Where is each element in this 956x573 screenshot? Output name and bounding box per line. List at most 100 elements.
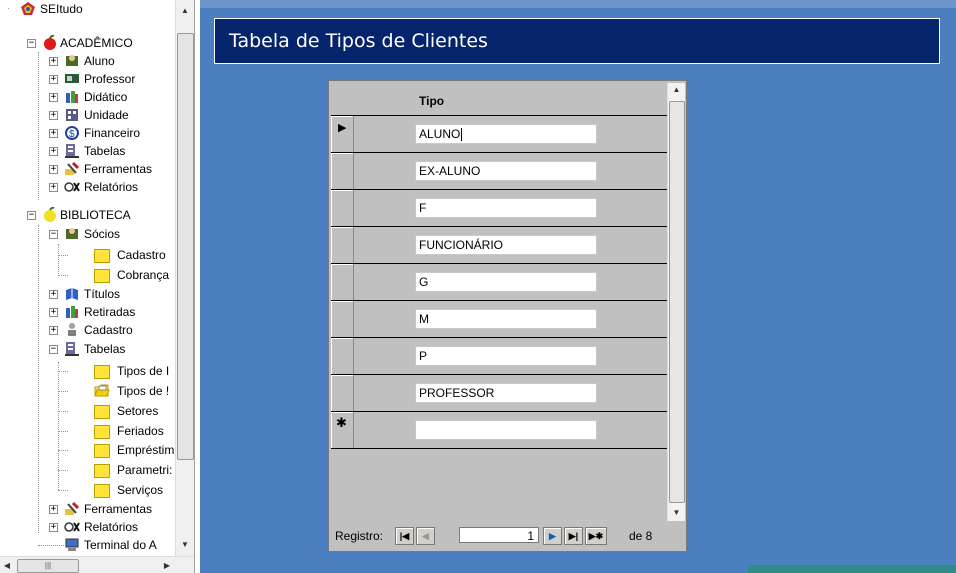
tree-item-titulos[interactable]: + Títulos xyxy=(0,285,175,303)
tree-item-root[interactable]: SEItudo xyxy=(0,0,175,18)
scroll-left-icon[interactable]: ◀ xyxy=(0,557,14,573)
tree-item-parametros[interactable]: Parametri: xyxy=(0,461,175,479)
expand-icon[interactable]: + xyxy=(49,290,58,299)
tree-item-relatorios-biblioteca[interactable]: + Relatórios xyxy=(0,518,175,536)
collapse-icon[interactable]: − xyxy=(49,230,58,239)
table-row[interactable]: FUNCIONÁRIO xyxy=(331,227,667,264)
tree-item-ferramentas[interactable]: + Ferramentas xyxy=(0,160,175,178)
tree-item-tabelas-biblioteca[interactable]: − Tabelas xyxy=(0,340,175,358)
collapse-icon[interactable]: − xyxy=(27,211,36,220)
tree-horizontal-scrollbar[interactable]: ◀ ||| ▶ xyxy=(0,556,194,573)
table-row[interactable]: F xyxy=(331,190,667,227)
record-navigation-bar: Registro: |◀ ◀ 1 ▶ ▶| ▶✱ de 8 xyxy=(331,525,683,547)
tree-item-academico[interactable]: − ACADÊMICO xyxy=(0,34,175,52)
scroll-right-icon[interactable]: ▶ xyxy=(160,557,174,573)
navigation-tree[interactable]: SEItudo − ACADÊMICO + Aluno + Professor … xyxy=(0,0,195,573)
table-row[interactable]: PROFESSOR xyxy=(331,375,667,412)
tools-icon xyxy=(64,501,80,516)
first-record-button[interactable]: |◀ xyxy=(395,527,414,545)
expand-icon[interactable]: + xyxy=(49,93,58,102)
expand-icon[interactable]: + xyxy=(49,183,58,192)
tree-item-unidade[interactable]: + Unidade xyxy=(0,106,175,124)
tree-item-aluno[interactable]: + Aluno xyxy=(0,52,175,70)
scroll-down-icon[interactable]: ▼ xyxy=(176,536,194,554)
tree-item-servicos[interactable]: Serviços xyxy=(0,481,175,499)
tipo-field[interactable]: P xyxy=(415,346,597,366)
tipo-field[interactable]: ALUNO xyxy=(415,124,597,144)
expand-icon[interactable]: + xyxy=(49,147,58,156)
previous-record-button[interactable]: ◀ xyxy=(416,527,435,545)
new-record-button[interactable]: ▶✱ xyxy=(585,527,607,545)
tipo-field[interactable]: FUNCIONÁRIO xyxy=(415,235,597,255)
scroll-up-icon[interactable]: ▲ xyxy=(668,85,685,94)
expand-icon[interactable]: + xyxy=(49,308,58,317)
row-selector[interactable] xyxy=(331,227,354,263)
row-selector[interactable] xyxy=(331,190,354,226)
tree-item-professor[interactable]: + Professor xyxy=(0,70,175,88)
record-label: Registro: xyxy=(335,529,384,543)
scroll-thumb[interactable] xyxy=(669,101,685,503)
row-selector[interactable]: ▶ xyxy=(331,116,354,152)
tree-item-socios[interactable]: − Sócios xyxy=(0,225,175,243)
table-row[interactable]: P xyxy=(331,338,667,375)
tree-item-setores[interactable]: Setores xyxy=(0,402,175,420)
scroll-up-icon[interactable]: ▲ xyxy=(176,2,194,20)
tree-item-cadastro[interactable]: + Cadastro xyxy=(0,321,175,339)
tree-item-relatorios[interactable]: + Relatórios xyxy=(0,178,175,196)
table-row[interactable]: EX-ALUNO xyxy=(331,153,667,190)
app-icon xyxy=(20,1,36,16)
table-row[interactable]: M xyxy=(331,301,667,338)
tree-item-tipos-1[interactable]: Tipos de I xyxy=(0,362,175,380)
tipo-field[interactable]: F xyxy=(415,198,597,218)
tipo-field-new[interactable] xyxy=(415,420,597,440)
tree-item-biblioteca[interactable]: − BIBLIOTECA xyxy=(0,206,175,224)
row-selector[interactable] xyxy=(331,264,354,300)
expand-icon[interactable]: + xyxy=(49,505,58,514)
tipo-field[interactable]: EX-ALUNO xyxy=(415,161,597,181)
current-record-icon: ▶ xyxy=(338,122,347,134)
tree-item-financeiro[interactable]: + $ Financeiro xyxy=(0,124,175,142)
new-record-row[interactable]: ✱ xyxy=(331,412,667,449)
tree-item-terminal[interactable]: Terminal do A xyxy=(0,536,175,554)
row-selector[interactable] xyxy=(331,153,354,189)
tree-item-tabelas[interactable]: + Tabelas xyxy=(0,142,175,160)
table-icon xyxy=(64,341,80,356)
tree-item-cobranca[interactable]: Cobrança xyxy=(0,266,175,284)
last-record-button[interactable]: ▶| xyxy=(564,527,583,545)
expand-icon[interactable]: + xyxy=(49,326,58,335)
expand-icon[interactable]: + xyxy=(49,129,58,138)
tree-vertical-scrollbar[interactable]: ▲ ▼ xyxy=(175,0,194,556)
collapse-icon[interactable]: − xyxy=(49,345,58,354)
table-row[interactable]: ▶ ALUNO xyxy=(331,116,667,153)
tipo-field[interactable]: M xyxy=(415,309,597,329)
row-selector[interactable]: ✱ xyxy=(331,412,354,448)
expand-icon[interactable]: + xyxy=(49,165,58,174)
tree-item-retiradas[interactable]: + Retiradas xyxy=(0,303,175,321)
expand-icon[interactable]: + xyxy=(49,523,58,532)
report-icon xyxy=(64,179,80,194)
grid-vertical-scrollbar[interactable]: ▲ ▼ xyxy=(667,83,685,521)
collapse-icon[interactable]: − xyxy=(27,39,36,48)
expand-icon[interactable]: + xyxy=(49,111,58,120)
scroll-down-icon[interactable]: ▼ xyxy=(668,508,685,517)
tree-item-feriados[interactable]: Feriados xyxy=(0,422,175,440)
tree-item-ferramentas-biblioteca[interactable]: + Ferramentas xyxy=(0,500,175,518)
row-selector[interactable] xyxy=(331,301,354,337)
table-row[interactable]: G xyxy=(331,264,667,301)
tipo-field[interactable]: PROFESSOR xyxy=(415,383,597,403)
scroll-thumb[interactable]: ||| xyxy=(17,559,79,573)
tree-item-cadastro-socios[interactable]: Cadastro xyxy=(0,246,175,264)
text-caret xyxy=(461,128,463,142)
tipo-field[interactable]: G xyxy=(415,272,597,292)
tree-item-emprestimos[interactable]: Empréstim xyxy=(0,441,175,459)
folder-icon xyxy=(94,425,110,439)
scroll-thumb[interactable] xyxy=(177,33,194,460)
row-selector[interactable] xyxy=(331,338,354,374)
next-record-button[interactable]: ▶ xyxy=(543,527,562,545)
expand-icon[interactable]: + xyxy=(49,57,58,66)
tree-item-didatico[interactable]: + Didático xyxy=(0,88,175,106)
expand-icon[interactable]: + xyxy=(49,75,58,84)
tree-item-tipos-2[interactable]: Tipos de ! xyxy=(0,382,175,400)
row-selector[interactable] xyxy=(331,375,354,411)
current-record-input[interactable]: 1 xyxy=(459,527,539,543)
